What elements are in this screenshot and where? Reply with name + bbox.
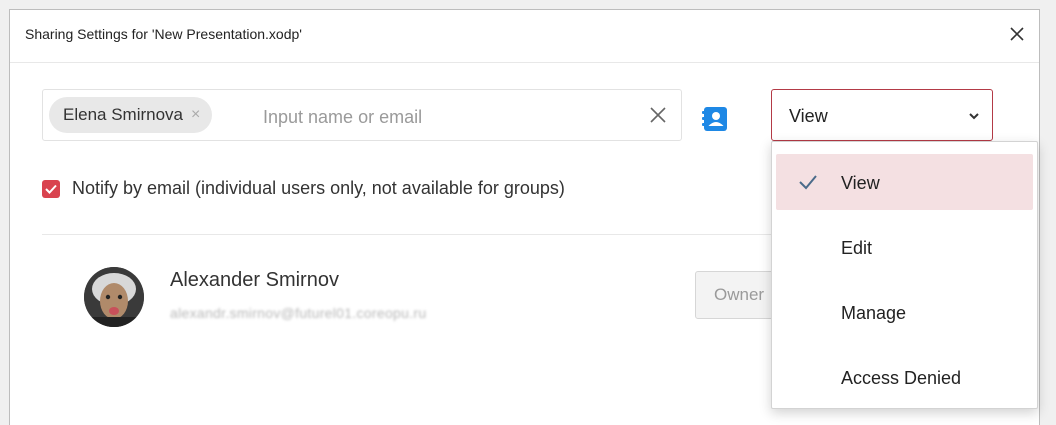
permission-option-access-denied[interactable]: Access Denied xyxy=(776,349,1033,405)
remove-recipient-icon[interactable]: × xyxy=(191,106,200,124)
checkmark-icon xyxy=(45,184,57,194)
address-book-icon[interactable] xyxy=(700,104,730,134)
permission-option-label: Access Denied xyxy=(841,368,962,388)
recipient-search-input[interactable] xyxy=(261,102,625,132)
permission-selected-value: View xyxy=(789,106,828,126)
background-right xyxy=(1040,0,1056,425)
checkmark-icon xyxy=(799,175,817,190)
chevron-down-icon xyxy=(969,113,979,120)
notify-label: Notify by email (individual users only, … xyxy=(72,178,565,198)
close-icon xyxy=(1010,27,1024,41)
permission-option-label: View xyxy=(841,173,880,193)
dialog-header: Sharing Settings for 'New Presentation.x… xyxy=(10,10,1039,63)
dialog-title: Sharing Settings for 'New Presentation.x… xyxy=(25,26,302,42)
notify-checkbox[interactable] xyxy=(42,179,60,198)
avatar xyxy=(84,267,144,327)
background-left xyxy=(0,0,9,425)
permission-dropdown-menu: View Edit Manage Access Denied xyxy=(771,141,1038,409)
permission-option-edit[interactable]: Edit xyxy=(776,219,1033,275)
permission-option-manage[interactable]: Manage xyxy=(776,284,1033,340)
user-name: Alexander Smirnov xyxy=(170,269,339,291)
user-email: alexandr.smirnov@futurel01.coreopu.ru xyxy=(170,305,427,321)
permission-option-view[interactable]: View xyxy=(776,154,1033,210)
close-button[interactable] xyxy=(1005,22,1029,46)
recipient-chip-label: Elena Smirnova xyxy=(63,105,184,124)
recipient-chip: Elena Smirnova × xyxy=(49,97,213,133)
permission-select[interactable]: View xyxy=(771,89,993,141)
permission-option-label: Manage xyxy=(841,303,907,323)
notify-row: Notify by email (individual users only, … xyxy=(42,178,565,199)
clear-icon[interactable] xyxy=(647,104,669,126)
permission-option-label: Edit xyxy=(841,238,873,258)
share-recipient-field[interactable]: Elena Smirnova × xyxy=(42,89,682,141)
